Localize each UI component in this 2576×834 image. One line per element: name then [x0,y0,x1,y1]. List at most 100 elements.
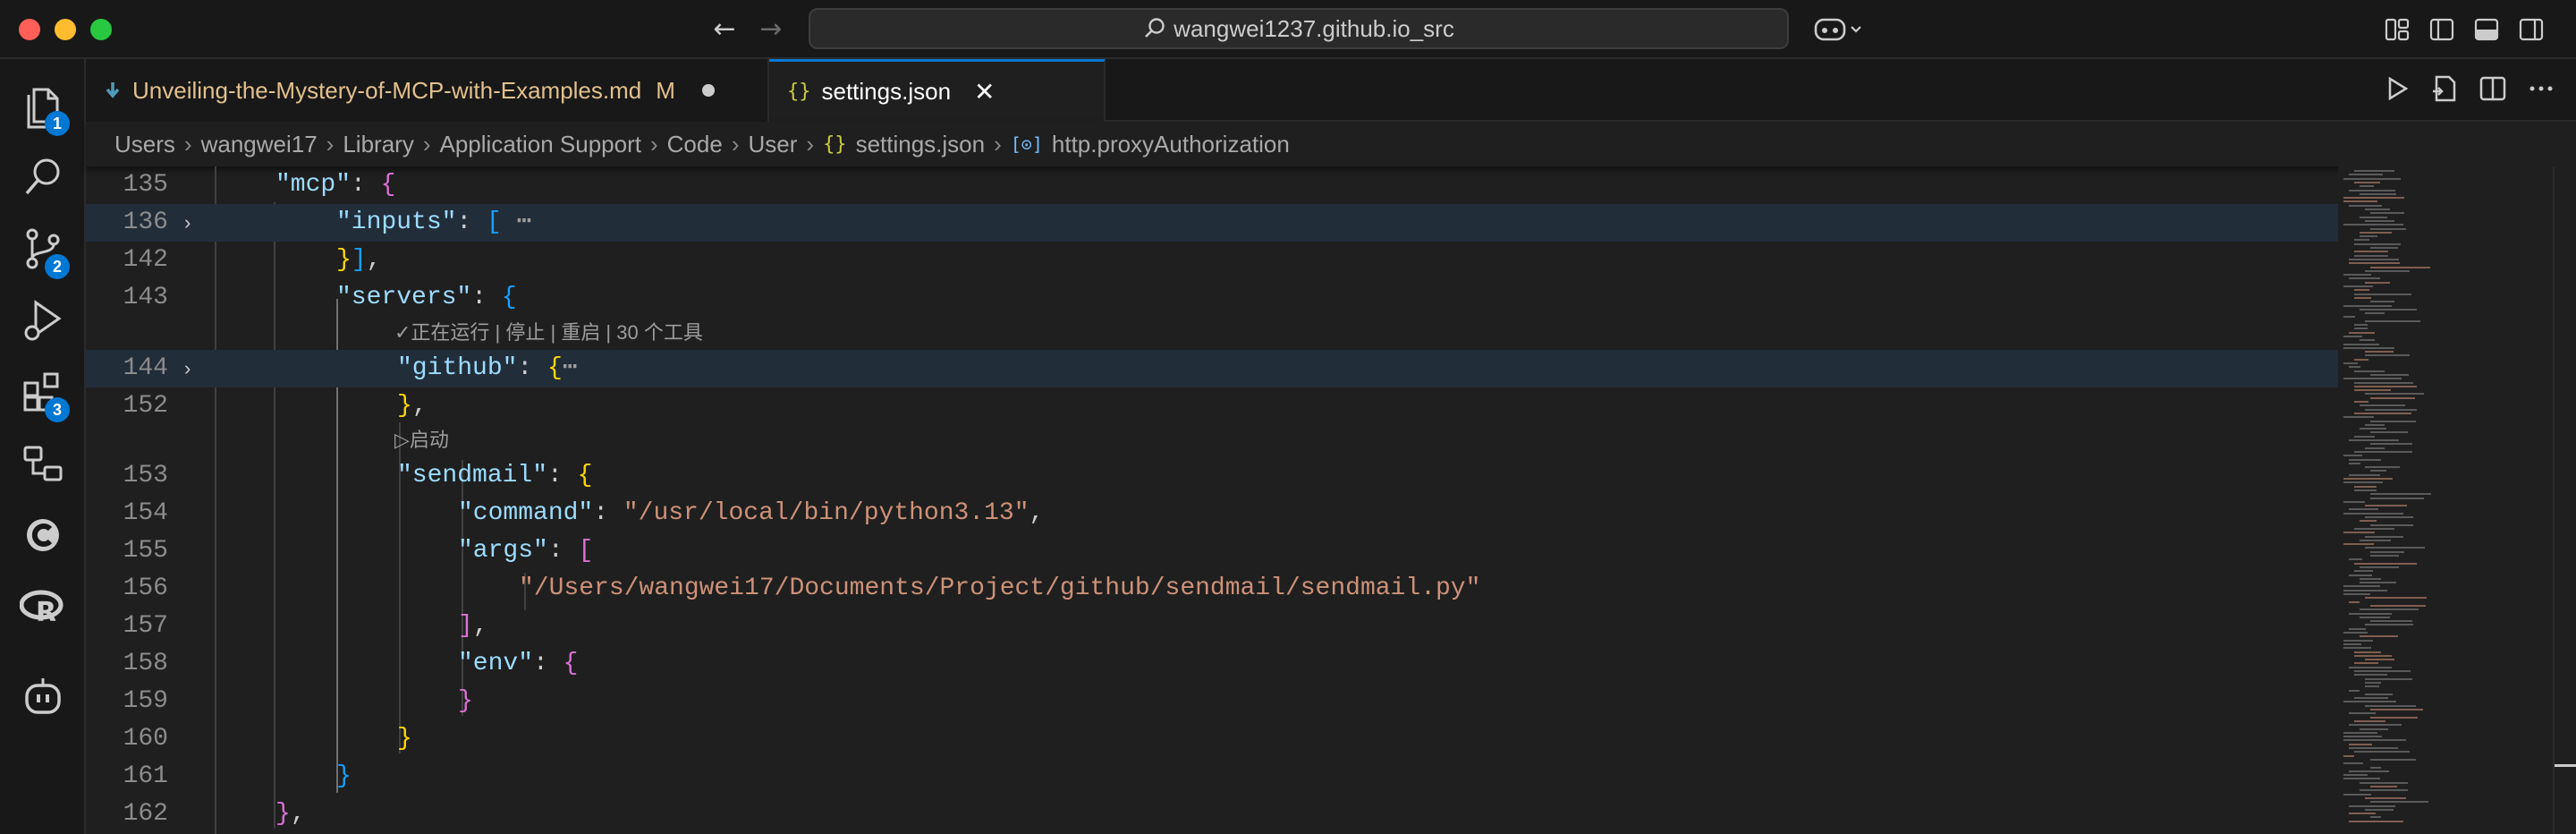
minimap-line [2343,478,2393,480]
minimap-line [2360,616,2390,618]
code-editor[interactable]: 135 "mcp": { 136 › "inputs": [ ⋯ 142 }],… [86,166,2576,834]
minimap-line [2360,185,2374,188]
minimap-line [2343,335,2362,337]
fold-expand-icon[interactable]: › [184,204,206,242]
c-logo-icon [27,519,59,551]
minimap-line [2354,251,2388,253]
source-control-badge: 2 [45,254,70,279]
fold-expand-icon[interactable]: › [184,350,206,387]
run-icon[interactable] [2381,73,2411,104]
breadcrumb-item[interactable]: Users [114,131,175,158]
minimap-line [2354,254,2388,257]
minimap-line [2343,589,2387,591]
toggle-panel-button[interactable] [2469,13,2504,47]
mcp-server-codelens[interactable]: ✓正在运行 | 停止 | 重启 | 30 个工具 [394,317,703,349]
title-bar: ← → wangwei1237.github.io_src [0,0,2576,59]
minimap-line [2349,458,2381,461]
codegeex-extension-button[interactable] [0,499,86,571]
minimap-line [2360,608,2419,611]
minimap-line [2365,408,2417,411]
minimap-line [2343,778,2380,780]
open-settings-ui-icon[interactable] [2429,73,2460,104]
maximize-window-button[interactable] [90,19,112,40]
minimap-line [2349,712,2376,715]
minimap-line [2360,781,2408,784]
json-string: "/Users/wangwei17/Documents/Project/gith… [519,574,1481,602]
customize-layout-button[interactable] [2379,13,2415,47]
breadcrumb-item[interactable]: Code [667,131,723,158]
command-center-search[interactable]: wangwei1237.github.io_src [809,8,1789,49]
breadcrumb-item[interactable]: wangwei17 [201,131,318,158]
minimap-line [2365,693,2393,695]
remote-explorer-button[interactable] [0,428,86,499]
breadcrumb-item[interactable]: Application Support [440,131,641,158]
minimap-line [2370,816,2381,819]
tab-settings-json[interactable]: {} settings.json ✕ [769,59,1106,122]
minimap-line [2354,697,2388,700]
minimap-line [2349,558,2362,561]
line-number: 155 [123,537,168,565]
breadcrumb-item[interactable]: User [748,131,797,158]
minimap-line [2365,351,2394,353]
split-editor-icon[interactable] [2478,73,2508,104]
copilot-menu-button[interactable] [1810,13,1868,47]
minimap-line [2343,793,2371,796]
line-number: 153 [123,462,168,489]
extensions-button[interactable]: 3 [0,356,86,428]
code-line: 160 } [86,720,2338,758]
minimap-line [2354,239,2369,242]
minimap-line [2354,381,2413,384]
minimap-line [2349,439,2399,441]
line-number: 142 [123,246,168,274]
line-number: 135 [123,171,168,199]
minimap[interactable] [2338,166,2553,834]
r-extension-button[interactable]: R [0,571,86,643]
minimap-line [2354,662,2378,665]
minimap-line [2365,208,2390,210]
minimap-line [2343,200,2377,203]
copilot-chat-button[interactable] [0,660,86,732]
editor-tab-bar: Unveiling-the-Mystery-of-MCP-with-Exampl… [86,59,2576,122]
tab-markdown-file[interactable]: Unveiling-the-Mystery-of-MCP-with-Exampl… [86,59,769,122]
minimap-line [2354,527,2394,530]
more-actions-icon[interactable] [2526,73,2556,104]
go-back-button[interactable]: ← [707,13,742,47]
breadcrumb-item[interactable]: Library [343,131,413,158]
minimap-line [2370,801,2428,804]
minimap-line [2343,362,2358,364]
line-number: 136 [123,208,168,236]
minimap-line [2349,600,2360,603]
minimap-line [2354,324,2368,326]
code-line: 152 }, [86,387,2338,425]
minimap-line [2343,304,2392,307]
minimap-line [2349,804,2395,807]
unsaved-dot-icon[interactable] [701,84,715,97]
minimap-line [2354,296,2371,299]
toggle-secondary-sidebar-button[interactable] [2513,13,2549,47]
explorer-button[interactable]: 1 [0,70,86,141]
minimap-line [2349,189,2395,191]
source-control-button[interactable]: 2 [0,213,86,285]
minimap-line [2343,532,2375,534]
go-forward-button[interactable]: → [753,13,789,47]
close-tab-icon[interactable]: ✕ [974,77,995,106]
minimap-line [2365,704,2416,707]
start-server-codelens[interactable]: ▷启动 [394,424,449,456]
minimize-window-button[interactable] [55,19,76,40]
breadcrumb-item[interactable]: http.proxyAuthorization [1052,131,1290,158]
robot-icon [25,678,61,714]
code-text: ], [458,612,488,640]
minimap-line [2370,373,2409,376]
code-line: 154 "command": "/usr/local/bin/python3.1… [86,495,2338,532]
vertical-scrollbar[interactable] [2553,166,2576,834]
close-window-button[interactable] [19,19,40,40]
search-view-button[interactable] [0,141,86,213]
run-and-debug-button[interactable] [0,285,86,356]
toggle-primary-sidebar-button[interactable] [2424,13,2460,47]
minimap-line [2349,666,2392,668]
breadcrumb-item[interactable]: settings.json [856,131,986,158]
minimap-line [2360,428,2386,430]
minimap-line [2349,747,2398,749]
code-text: } [336,762,352,790]
minimap-line [2354,651,2381,653]
